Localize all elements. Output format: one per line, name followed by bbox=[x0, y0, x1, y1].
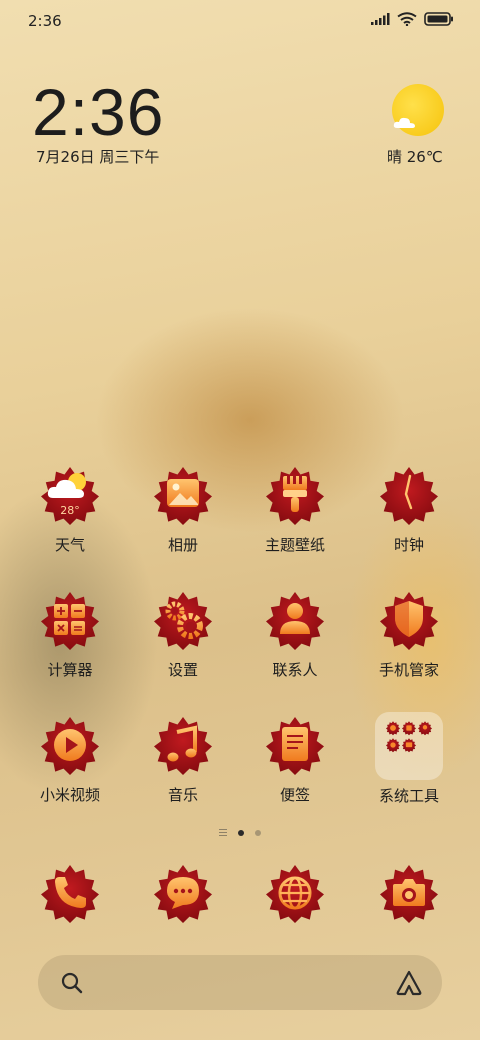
app-notes[interactable]: 便签 bbox=[240, 712, 350, 805]
play-icon bbox=[54, 729, 86, 761]
app-label: 主题壁纸 bbox=[264, 536, 325, 554]
shield-icon bbox=[395, 601, 423, 637]
cloud-icon bbox=[393, 117, 415, 128]
dock-camera[interactable] bbox=[354, 860, 464, 926]
clock-time: 2:36 bbox=[32, 75, 165, 149]
note-icon bbox=[282, 727, 308, 761]
clock-icon bbox=[404, 474, 413, 510]
gallery-icon bbox=[167, 479, 199, 507]
calculator-icon bbox=[54, 604, 85, 635]
globe-icon bbox=[278, 876, 312, 910]
app-label: 时钟 bbox=[393, 536, 424, 554]
assistant-icon[interactable] bbox=[395, 970, 423, 996]
app-security[interactable]: 手机管家 bbox=[354, 587, 464, 680]
app-music[interactable]: 音乐 bbox=[128, 712, 238, 805]
app-video[interactable]: 小米视频 bbox=[15, 712, 125, 805]
wifi-icon bbox=[397, 12, 417, 26]
app-themes[interactable]: 主题壁纸 bbox=[240, 462, 350, 555]
app-label: 小米视频 bbox=[39, 786, 100, 804]
app-clock[interactable]: 时钟 bbox=[354, 462, 464, 555]
mini-app-icon bbox=[401, 721, 417, 736]
app-label: 音乐 bbox=[167, 786, 198, 804]
app-settings[interactable]: 设置 bbox=[128, 587, 238, 680]
status-time: 2:36 bbox=[28, 12, 62, 30]
status-bar: 2:36 bbox=[0, 0, 480, 40]
page-dot-active bbox=[238, 829, 244, 836]
app-label: 相册 bbox=[167, 536, 198, 554]
mini-app-icon bbox=[385, 738, 401, 753]
app-label: 计算器 bbox=[47, 661, 93, 679]
dock-browser[interactable] bbox=[240, 860, 350, 926]
app-contacts[interactable]: 联系人 bbox=[240, 587, 350, 680]
app-label: 设置 bbox=[167, 661, 198, 679]
app-label: 联系人 bbox=[272, 661, 318, 679]
weather-icon bbox=[47, 473, 86, 498]
weather-badge-temp: 28° bbox=[60, 504, 80, 517]
app-label: 手机管家 bbox=[378, 661, 439, 679]
clock-date: 7月26日 周三下午 bbox=[36, 148, 160, 166]
camera-icon bbox=[393, 879, 425, 906]
weather-text: 晴 26℃ bbox=[387, 148, 443, 166]
search-icon bbox=[61, 972, 83, 994]
brush-icon bbox=[283, 476, 307, 512]
mini-app-icon bbox=[385, 721, 401, 736]
app-tools-folder[interactable]: 系统工具 bbox=[354, 712, 464, 806]
phone-icon bbox=[55, 877, 86, 908]
app-label: 便签 bbox=[279, 786, 310, 804]
app-weather[interactable]: 28° 天气 bbox=[15, 462, 125, 555]
music-note-icon bbox=[167, 725, 197, 762]
signal-icon bbox=[371, 13, 390, 25]
mini-app-icon bbox=[401, 738, 417, 753]
person-icon bbox=[280, 603, 310, 634]
app-label: 系统工具 bbox=[378, 787, 439, 805]
search-bar[interactable] bbox=[38, 955, 442, 1010]
page-indicator[interactable] bbox=[0, 829, 480, 836]
dock-phone[interactable] bbox=[15, 860, 125, 926]
gear-icon bbox=[165, 601, 203, 639]
app-gallery[interactable]: 相册 bbox=[128, 462, 238, 555]
app-drawer-lines-icon bbox=[219, 829, 227, 836]
app-calculator[interactable]: 计算器 bbox=[15, 587, 125, 680]
status-icons bbox=[370, 12, 454, 26]
page-dot bbox=[255, 829, 261, 836]
chat-icon bbox=[167, 877, 199, 909]
battery-icon bbox=[424, 12, 453, 26]
mini-app-icon bbox=[417, 721, 433, 736]
app-label: 天气 bbox=[54, 536, 85, 554]
dock-messages[interactable] bbox=[128, 860, 238, 926]
